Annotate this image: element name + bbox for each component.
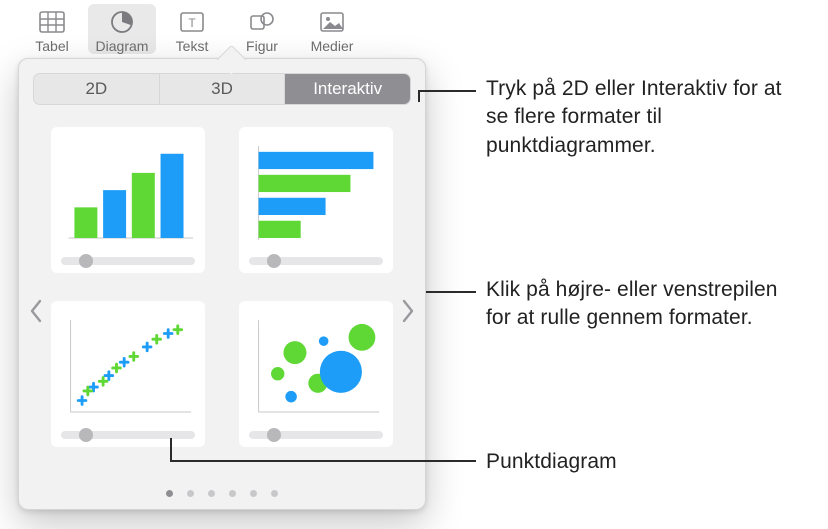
segment-interactive[interactable]: Interaktiv [285,74,410,104]
toolbar-label: Figur [246,38,278,54]
thumb-slider[interactable] [249,431,383,439]
page-dot[interactable] [229,490,236,497]
thumb-slider[interactable] [61,257,195,265]
toolbar-label: Tekst [176,38,209,54]
page-dot[interactable] [271,490,278,497]
chart-picker-popover: 2D 3D Interaktiv [18,58,426,510]
bar-chart-thumb[interactable] [239,127,393,273]
segment-2d[interactable]: 2D [34,74,160,104]
text-icon: T [177,8,207,36]
toolbar-item-text[interactable]: T Tekst [158,4,226,54]
chart-type-segmented-control: 2D 3D Interaktiv [33,73,411,105]
next-page-arrow[interactable] [395,291,421,331]
page-dot[interactable] [208,490,215,497]
toolbar: Tabel Diagram T Tekst Figur Medier [18,4,366,54]
toolbar-item-chart[interactable]: Diagram [88,4,156,54]
chart-thumbnail-grid [33,127,411,447]
prev-page-arrow[interactable] [23,291,49,331]
shape-icon [247,8,277,36]
page-dot[interactable] [166,490,173,497]
media-icon [317,8,347,36]
callout-leader [426,291,476,293]
callout-text-segments: Tryk på 2D eller Interaktiv for at se fl… [486,75,786,160]
svg-text:T: T [188,16,196,30]
toolbar-item-media[interactable]: Medier [298,4,366,54]
thumb-graphic [249,137,383,249]
toolbar-label: Diagram [96,38,149,54]
thumb-graphic [61,137,195,249]
page-dot[interactable] [250,490,257,497]
callout-text-arrows: Klik på højre- eller venstrepilen for at… [486,276,806,333]
thumb-slider[interactable] [249,257,383,265]
callout-leader [418,90,420,102]
toolbar-label: Medier [311,38,354,54]
column-chart-thumb[interactable] [51,127,205,273]
thumb-slider[interactable] [61,431,195,439]
toolbar-item-table[interactable]: Tabel [18,4,86,54]
chart-icon [107,8,137,36]
toolbar-label: Tabel [35,38,68,54]
callout-leader [170,438,172,460]
page-dots [19,490,425,497]
toolbar-item-shape[interactable]: Figur [228,4,296,54]
bubble-chart-thumb[interactable] [239,301,393,447]
table-icon [37,8,67,36]
thumb-graphic [61,311,195,423]
scatter-chart-thumb[interactable] [51,301,205,447]
page-dot[interactable] [187,490,194,497]
callout-text-scatter: Punktdiagram [486,448,746,476]
segment-3d[interactable]: 3D [160,74,286,104]
callout-leader [418,90,476,92]
thumb-graphic [249,311,383,423]
callout-leader [170,460,476,462]
